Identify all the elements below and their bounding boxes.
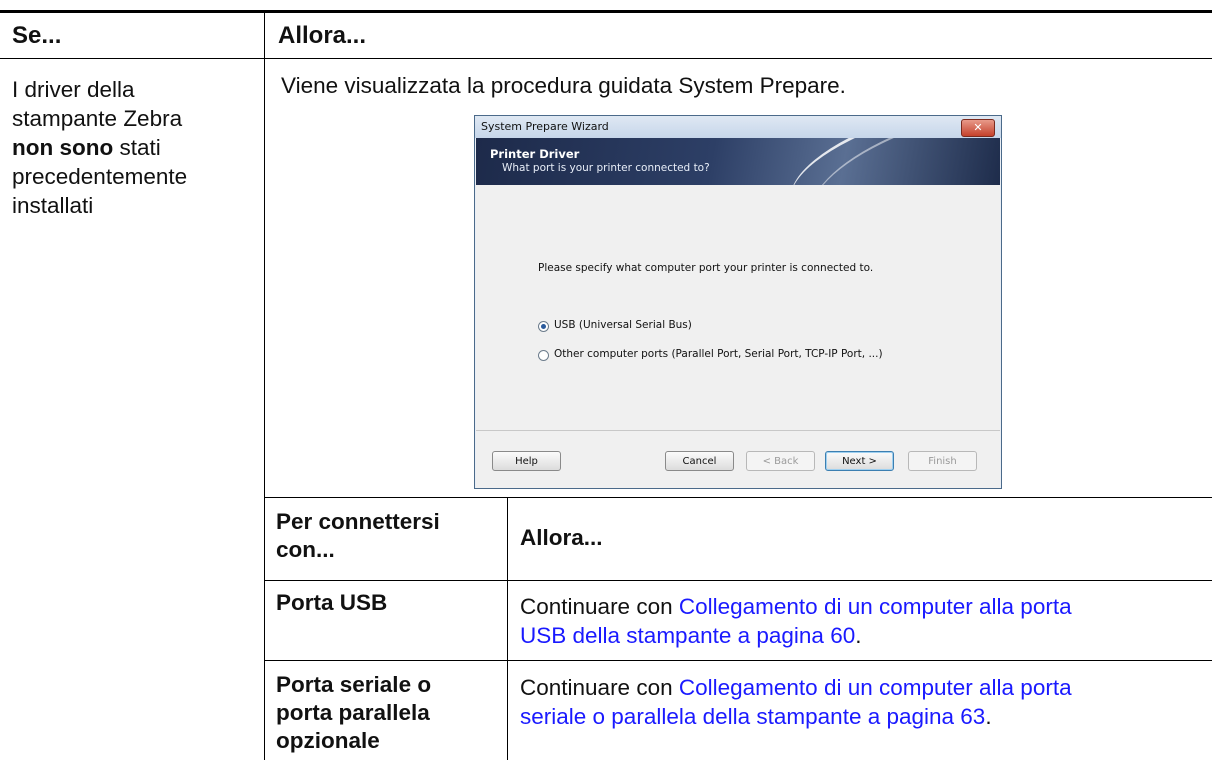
header-divider: [0, 58, 1212, 59]
row-port-line: Porta seriale o: [276, 672, 432, 697]
finish-button[interactable]: Finish: [908, 451, 977, 471]
row-port-action: Continuare con Collegamento di un comput…: [520, 592, 1200, 650]
condition-cell: I driver della stampante Zebra non sono …: [12, 75, 252, 220]
header-se: Se...: [12, 22, 62, 49]
cancel-button[interactable]: Cancel: [665, 451, 734, 471]
action-prefix: Continuare con: [520, 675, 679, 700]
dialog-body: Please specify what computer port your p…: [476, 185, 1000, 430]
dialog-title-bar: System Prepare Wizard ✕: [475, 116, 1001, 138]
inner-table-top-border: [264, 497, 1212, 498]
condition-line: non sono stati: [12, 133, 252, 162]
row-port-label: Porta USB: [276, 590, 388, 615]
port-prompt: Please specify what computer port your p…: [538, 262, 874, 274]
header-allora: Allora...: [278, 22, 367, 49]
action-suffix: .: [855, 623, 862, 648]
dialog-banner: Printer Driver What port is your printer…: [476, 138, 1000, 185]
inner-header-divider: [264, 580, 1212, 581]
column-divider: [264, 10, 265, 760]
condition-line: precedentemente: [12, 164, 188, 189]
dialog-footer: Help Cancel < Back Next > Finish: [476, 431, 1000, 488]
condition-line: I driver della: [12, 77, 135, 102]
serial-connection-link[interactable]: Collegamento di un computer alla porta: [679, 675, 1072, 700]
row-port-line: porta parallela: [276, 700, 430, 725]
banner-subtitle: What port is your printer connected to?: [502, 162, 710, 174]
condition-line: stampante Zebra: [12, 106, 183, 131]
intro-text: Viene visualizzata la procedura guidata …: [281, 73, 846, 98]
action-suffix: .: [985, 704, 992, 729]
inner-row-divider: [264, 660, 1212, 661]
row-port-label: Porta seriale o porta parallela opzional…: [276, 671, 431, 755]
inner-header-line: con...: [276, 537, 335, 562]
serial-connection-link-cont[interactable]: seriale o parallela della stampante a pa…: [520, 704, 985, 729]
dialog-title: System Prepare Wizard: [481, 120, 609, 133]
usb-connection-link-cont[interactable]: USB della stampante a pagina 60: [520, 623, 855, 648]
radio-unselected-icon[interactable]: [538, 350, 549, 361]
help-button[interactable]: Help: [492, 451, 561, 471]
back-button[interactable]: < Back: [746, 451, 815, 471]
row-port-line: opzionale: [276, 728, 380, 753]
condition-line: installati: [12, 193, 94, 218]
inner-header-line: Per connettersi: [276, 509, 440, 534]
system-prepare-wizard-dialog: System Prepare Wizard ✕ Printer Driver W…: [474, 115, 1002, 489]
next-button[interactable]: Next >: [825, 451, 894, 471]
row-port-action: Continuare con Collegamento di un comput…: [520, 673, 1200, 731]
usb-connection-link[interactable]: Collegamento di un computer alla porta: [679, 594, 1072, 619]
action-prefix: Continuare con: [520, 594, 679, 619]
instruction-table: Se... Allora... I driver della stampante…: [0, 0, 1212, 760]
inner-header-left: Per connettersi con...: [276, 508, 440, 564]
radio-label[interactable]: USB (Universal Serial Bus): [554, 319, 692, 331]
inner-header-right: Allora...: [520, 525, 603, 550]
close-icon[interactable]: ✕: [961, 119, 995, 137]
inner-column-divider: [507, 497, 508, 760]
condition-bold: non sono: [12, 135, 114, 160]
banner-title: Printer Driver: [490, 147, 580, 161]
radio-label[interactable]: Other computer ports (Parallel Port, Ser…: [554, 348, 883, 360]
radio-selected-icon[interactable]: [538, 321, 549, 332]
table-top-border: [0, 10, 1212, 13]
condition-rest: stati: [113, 135, 161, 160]
